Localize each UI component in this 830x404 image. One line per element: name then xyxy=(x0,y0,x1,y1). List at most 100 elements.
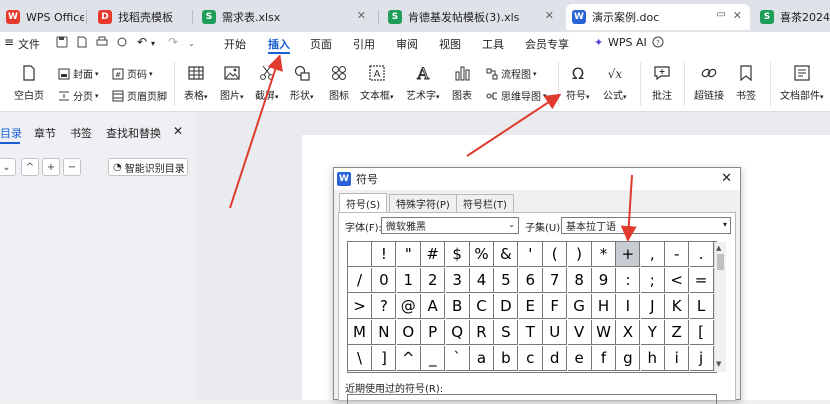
undo-icon[interactable]: ↶ xyxy=(137,35,147,49)
menu-tools[interactable]: 工具 xyxy=(482,36,504,52)
symbol-cell[interactable]: 6 xyxy=(518,268,543,293)
symbol-cell[interactable]: + xyxy=(616,242,641,267)
symbol-cell[interactable]: $ xyxy=(445,242,470,267)
symbol-cell[interactable]: _ xyxy=(421,346,446,371)
symbol-cell[interactable]: 1 xyxy=(396,268,421,293)
symbol-cell[interactable]: : xyxy=(616,268,641,293)
symbol-cell[interactable]: ! xyxy=(372,242,397,267)
level-up-button[interactable]: ^ xyxy=(21,158,39,176)
tab-docer-templates[interactable]: D 找稻壳模板 xyxy=(92,4,190,30)
cover-button[interactable]: 封面 ▾ xyxy=(58,66,99,81)
symbol-cell[interactable]: I xyxy=(616,294,641,319)
symbol-cell[interactable]: 5 xyxy=(494,268,519,293)
symbol-cell[interactable]: K xyxy=(665,294,690,319)
screenshot-button[interactable]: 截屏▾ xyxy=(255,64,279,102)
add-heading-button[interactable]: + xyxy=(42,158,60,176)
export-pdf-icon[interactable] xyxy=(76,36,88,51)
preview-icon[interactable] xyxy=(116,36,128,51)
chevron-down-icon[interactable]: ▾ xyxy=(151,39,155,48)
symbol-cell[interactable]: X xyxy=(616,320,641,345)
textbox-button[interactable]: A 文本框▾ xyxy=(360,64,394,102)
symbol-cell[interactable]: Y xyxy=(640,320,665,345)
symbol-cell[interactable]: ' xyxy=(518,242,543,267)
dialog-titlebar[interactable]: W 符号 ✕ xyxy=(334,168,740,190)
symbol-cell[interactable]: 0 xyxy=(372,268,397,293)
symbol-cell[interactable]: ; xyxy=(640,268,665,293)
symbol-cell[interactable]: g xyxy=(616,346,641,371)
symbol-cell[interactable]: ` xyxy=(445,346,470,371)
symbol-cell[interactable]: J xyxy=(640,294,665,319)
tab-special-chars[interactable]: 特殊字符(P) xyxy=(389,194,457,212)
close-icon[interactable]: ✕ xyxy=(733,9,742,22)
symbol-cell[interactable]: 3 xyxy=(445,268,470,293)
symbol-cell[interactable]: < xyxy=(665,268,690,293)
symbol-cell[interactable]: h xyxy=(640,346,665,371)
symbol-cell[interactable]: P xyxy=(421,320,446,345)
symbol-cell[interactable]: & xyxy=(494,242,519,267)
symbol-cell[interactable]: ) xyxy=(567,242,592,267)
symbol-cell[interactable]: # xyxy=(421,242,446,267)
symbol-cell[interactable]: D xyxy=(494,294,519,319)
symbol-cell[interactable]: A xyxy=(421,294,446,319)
symbol-cell[interactable]: . xyxy=(689,242,714,267)
menu-insert[interactable]: 插入 xyxy=(268,36,290,52)
symbol-cell[interactable]: H xyxy=(592,294,616,319)
tab-requirements-xlsx[interactable]: S 需求表.xlsx ✕ xyxy=(196,4,374,30)
symbol-cell[interactable]: E xyxy=(518,294,543,319)
doc-parts-button[interactable]: 文档部件▾ xyxy=(780,64,824,102)
symbol-cell[interactable] xyxy=(348,242,372,267)
print-icon[interactable] xyxy=(96,36,108,51)
symbol-grid-scrollbar[interactable]: ▲ ▼ xyxy=(714,242,726,372)
symbol-cell[interactable]: G xyxy=(567,294,592,319)
menu-wps-ai[interactable]: WPS AI xyxy=(608,36,647,49)
symbol-cell[interactable]: ] xyxy=(372,346,397,371)
smart-toc-button[interactable]: ◔ 智能识别目录 xyxy=(108,158,188,176)
save-icon[interactable] xyxy=(56,36,68,51)
symbol-cell[interactable]: d xyxy=(543,346,568,371)
blank-page-button[interactable]: 空白页 xyxy=(14,64,44,102)
symbol-cell[interactable]: / xyxy=(348,268,372,293)
symbol-cell[interactable]: c xyxy=(518,346,543,371)
symbol-cell[interactable]: Q xyxy=(445,320,470,345)
symbol-cell[interactable]: F xyxy=(543,294,568,319)
menu-review[interactable]: 审阅 xyxy=(396,36,418,52)
help-icon[interactable]: ? xyxy=(652,36,664,51)
symbol-cell[interactable]: V xyxy=(567,320,592,345)
font-select[interactable]: 微软雅黑 ⌄ xyxy=(381,217,519,234)
symbol-cell[interactable]: 7 xyxy=(543,268,568,293)
close-icon[interactable]: ✕ xyxy=(721,171,732,186)
symbol-cell[interactable]: > xyxy=(348,294,372,319)
symbol-cell[interactable]: L xyxy=(689,294,714,319)
symbol-cell[interactable]: - xyxy=(665,242,690,267)
symbol-cell[interactable]: e xyxy=(567,346,592,371)
scroll-up-icon[interactable]: ▲ xyxy=(716,244,721,252)
flowchart-button[interactable]: 流程图 ▾ xyxy=(486,66,537,81)
symbol-cell[interactable]: " xyxy=(396,242,421,267)
tab-demo-doc[interactable]: W 演示案例.doc ▭ ✕ xyxy=(566,4,750,30)
scroll-down-icon[interactable]: ▼ xyxy=(716,360,721,368)
menu-home[interactable]: 开始 xyxy=(224,36,246,52)
symbol-cell[interactable]: i xyxy=(665,346,690,371)
menu-page[interactable]: 页面 xyxy=(310,36,332,52)
tab-heytea-sheet[interactable]: S 喜茶2024.1… xyxy=(756,4,830,30)
formula-button[interactable]: √x 公式▾ xyxy=(603,64,627,102)
icon-library-button[interactable]: 图标 xyxy=(329,64,349,102)
tab-symbol-bar[interactable]: 符号栏(T) xyxy=(456,194,514,212)
symbol-cell[interactable]: a xyxy=(470,346,494,371)
symbol-cell[interactable]: S xyxy=(494,320,519,345)
nav-tab-bookmarks[interactable]: 书签 xyxy=(70,125,92,141)
chart-button[interactable]: 图表 xyxy=(452,64,472,102)
symbol-cell[interactable]: O xyxy=(396,320,421,345)
symbol-cell[interactable]: \ xyxy=(348,346,372,371)
symbol-button[interactable]: Ω 符号▾ xyxy=(566,64,590,102)
symbol-cell[interactable]: @ xyxy=(396,294,421,319)
menu-member[interactable]: 会员专享 xyxy=(525,36,569,52)
close-icon[interactable]: ✕ xyxy=(545,9,554,22)
mindmap-button[interactable]: 思维导图 ▾ xyxy=(486,88,547,103)
tab-symbols[interactable]: 符号(S) xyxy=(339,193,388,212)
symbol-cell[interactable]: = xyxy=(689,268,714,293)
nav-tab-find-replace[interactable]: 查找和替换 xyxy=(106,125,161,141)
symbol-cell[interactable]: j xyxy=(689,346,714,371)
hamburger-icon[interactable]: ≡ xyxy=(4,35,14,49)
subset-select[interactable]: 基本拉丁语 ▾ xyxy=(561,217,731,234)
